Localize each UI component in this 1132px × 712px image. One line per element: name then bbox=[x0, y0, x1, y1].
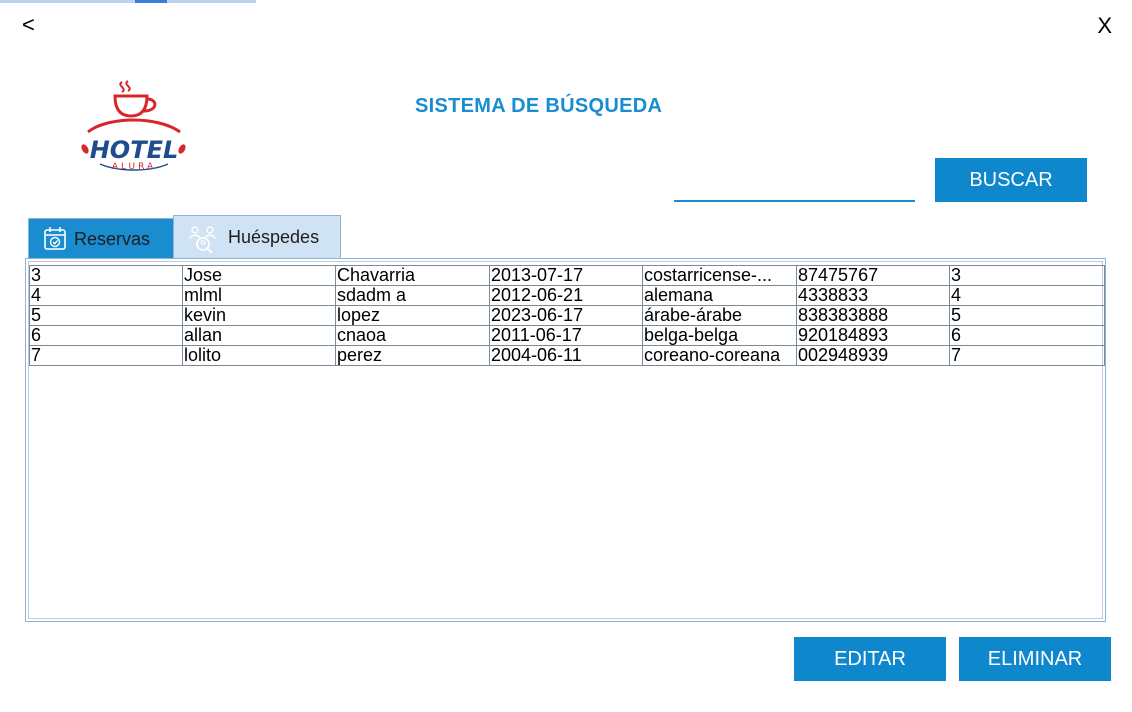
table-row[interactable]: 6 allan cnaoa 2011-06-17 belga-belga 92018489… bbox=[29, 325, 1105, 346]
table-cell[interactable]: 7 bbox=[949, 345, 1105, 366]
users-search-icon bbox=[188, 225, 216, 254]
table-cell[interactable]: sdadm a bbox=[335, 285, 490, 306]
table-cell[interactable]: alemana bbox=[642, 285, 797, 306]
hotel-alura-logo: HOTEL ALURA bbox=[78, 80, 190, 172]
table-cell[interactable]: 2012-06-21 bbox=[489, 285, 643, 306]
tab-huespedes[interactable]: Huéspedes bbox=[173, 215, 341, 259]
table-cell[interactable]: belga-belga bbox=[642, 325, 797, 346]
search-input[interactable] bbox=[674, 172, 915, 202]
table-cell[interactable]: Jose bbox=[182, 265, 336, 286]
table-cell[interactable]: árabe-árabe bbox=[642, 305, 797, 326]
back-button[interactable]: < bbox=[22, 12, 35, 38]
search-button[interactable]: BUSCAR bbox=[935, 158, 1087, 202]
tab-reservas-label: Reservas bbox=[74, 228, 151, 249]
delete-button[interactable]: ELIMINAR bbox=[959, 637, 1111, 681]
page-title: SISTEMA DE BÚSQUEDA bbox=[415, 95, 663, 117]
table-row[interactable]: 4 mlml sdadm a 2012-06-21 alemana 4338833 4 bbox=[29, 285, 1105, 306]
table-cell[interactable]: 3 bbox=[29, 265, 183, 286]
tab-reservas[interactable]: Reservas bbox=[28, 218, 174, 259]
table-cell[interactable]: Chavarria bbox=[335, 265, 490, 286]
table-cell[interactable]: 5 bbox=[949, 305, 1105, 326]
table-row[interactable]: 7 lolito perez 2004-06-11 coreano-coreana 002… bbox=[29, 345, 1105, 366]
results-panel: 3 Jose Chavarria 2013-07-17 costarricense-..… bbox=[25, 258, 1106, 622]
table-row[interactable]: 3 Jose Chavarria 2013-07-17 costarricense-..… bbox=[29, 265, 1105, 286]
table-cell[interactable]: 7 bbox=[29, 345, 183, 366]
table-row[interactable]: 5 kevin lopez 2023-06-17 árabe-árabe 83838388… bbox=[29, 305, 1105, 326]
table-cell[interactable]: 002948939 bbox=[796, 345, 950, 366]
table-cell[interactable]: costarricense-... bbox=[642, 265, 797, 286]
table-cell[interactable]: cnaoa bbox=[335, 325, 490, 346]
table-cell[interactable]: allan bbox=[182, 325, 336, 346]
table-cell[interactable]: kevin bbox=[182, 305, 336, 326]
table-cell[interactable]: 2004-06-11 bbox=[489, 345, 643, 366]
table-cell[interactable]: lopez bbox=[335, 305, 490, 326]
results-table-scroll-area[interactable]: 3 Jose Chavarria 2013-07-17 costarricense-..… bbox=[28, 261, 1105, 619]
table-cell[interactable]: 87475767 bbox=[796, 265, 950, 286]
table-cell[interactable]: perez bbox=[335, 345, 490, 366]
edit-button[interactable]: EDITAR bbox=[794, 637, 946, 681]
tab-huespedes-label: Huéspedes bbox=[228, 227, 320, 247]
close-button[interactable]: X bbox=[1097, 13, 1112, 39]
table-cell[interactable]: 5 bbox=[29, 305, 183, 326]
logo-text: HOTEL bbox=[90, 136, 179, 164]
table-cell[interactable]: 838383888 bbox=[796, 305, 950, 326]
table-cell[interactable]: 920184893 bbox=[796, 325, 950, 346]
table-cell[interactable]: 4 bbox=[949, 285, 1105, 306]
table-cell[interactable]: 2023-06-17 bbox=[489, 305, 643, 326]
table-cell[interactable]: mlml bbox=[182, 285, 336, 306]
table-cell[interactable]: 3 bbox=[949, 265, 1105, 286]
guests-table: 3 Jose Chavarria 2013-07-17 costarricense-..… bbox=[29, 265, 1105, 366]
logo-subtext: ALURA bbox=[112, 162, 156, 172]
table-cell[interactable]: 6 bbox=[29, 325, 183, 346]
table-cell[interactable]: 4338833 bbox=[796, 285, 950, 306]
table-cell[interactable]: 2011-06-17 bbox=[489, 325, 643, 346]
table-cell[interactable]: 6 bbox=[949, 325, 1105, 346]
coffee-cup-logo-icon: HOTEL ALURA bbox=[81, 80, 186, 172]
table-cell[interactable]: 2013-07-17 bbox=[489, 265, 643, 286]
table-cell[interactable]: lolito bbox=[182, 345, 336, 366]
window-top-strip bbox=[0, 0, 256, 3]
table-cell[interactable]: coreano-coreana bbox=[642, 345, 797, 366]
table-cell[interactable]: 4 bbox=[29, 285, 183, 306]
calendar-icon bbox=[42, 226, 68, 252]
